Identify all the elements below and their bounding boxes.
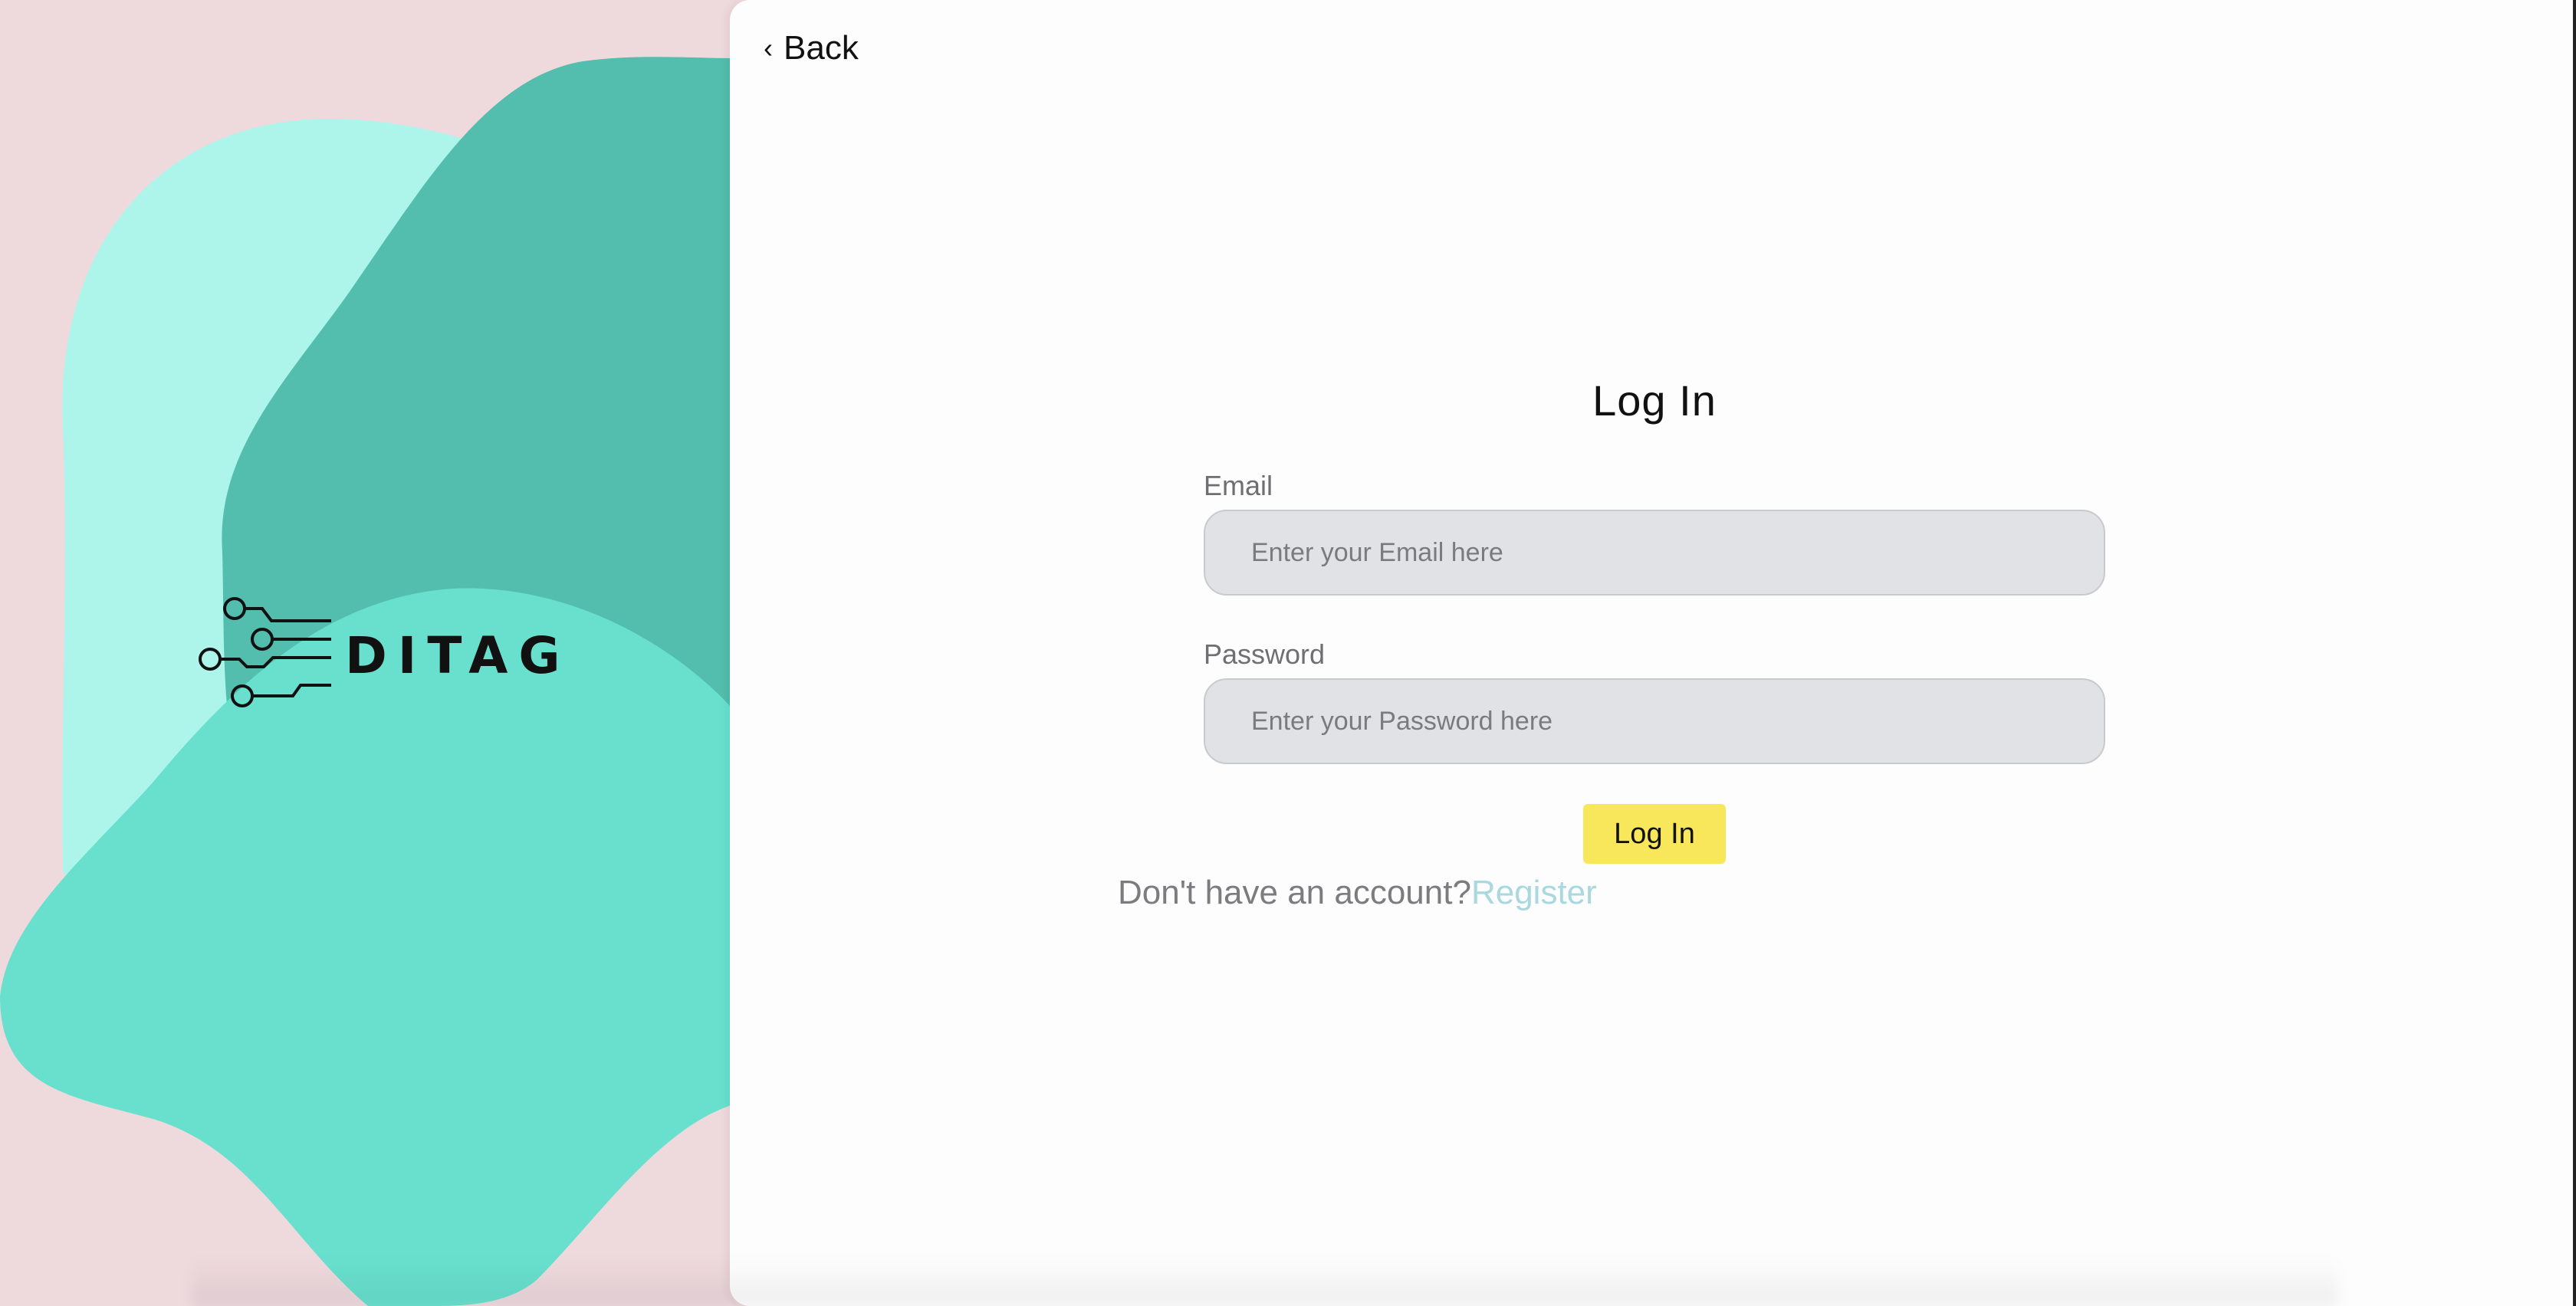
login-form: Log In Email Password Log In	[1204, 376, 2105, 864]
submit-row: Log In	[1204, 804, 2105, 864]
password-label: Password	[1204, 638, 1326, 670]
register-prompt: Don't have an account?Register	[1118, 874, 1597, 912]
chevron-left-icon: ‹	[764, 32, 773, 64]
brand-panel: DITAG	[0, 0, 736, 1306]
page-title: Log In	[1592, 376, 1717, 425]
password-field[interactable]	[1204, 678, 2105, 764]
back-button[interactable]: ‹ Back	[764, 29, 859, 67]
login-panel: ‹ Back Log In Email Password Log In Don'…	[730, 0, 2576, 1306]
register-link[interactable]: Register	[1471, 874, 1597, 911]
email-label: Email	[1204, 470, 1273, 501]
window-edge	[2573, 0, 2576, 1306]
login-button[interactable]: Log In	[1583, 804, 1726, 864]
email-field-group: Email	[1204, 470, 2105, 596]
password-field-group: Password	[1204, 638, 2105, 764]
circuit-traces-icon	[199, 597, 331, 707]
brand-name: DITAG	[345, 626, 571, 685]
email-field[interactable]	[1204, 510, 2105, 596]
back-label: Back	[784, 29, 859, 67]
brand-logo: DITAG	[195, 595, 571, 717]
register-prompt-text: Don't have an account?	[1118, 874, 1471, 911]
